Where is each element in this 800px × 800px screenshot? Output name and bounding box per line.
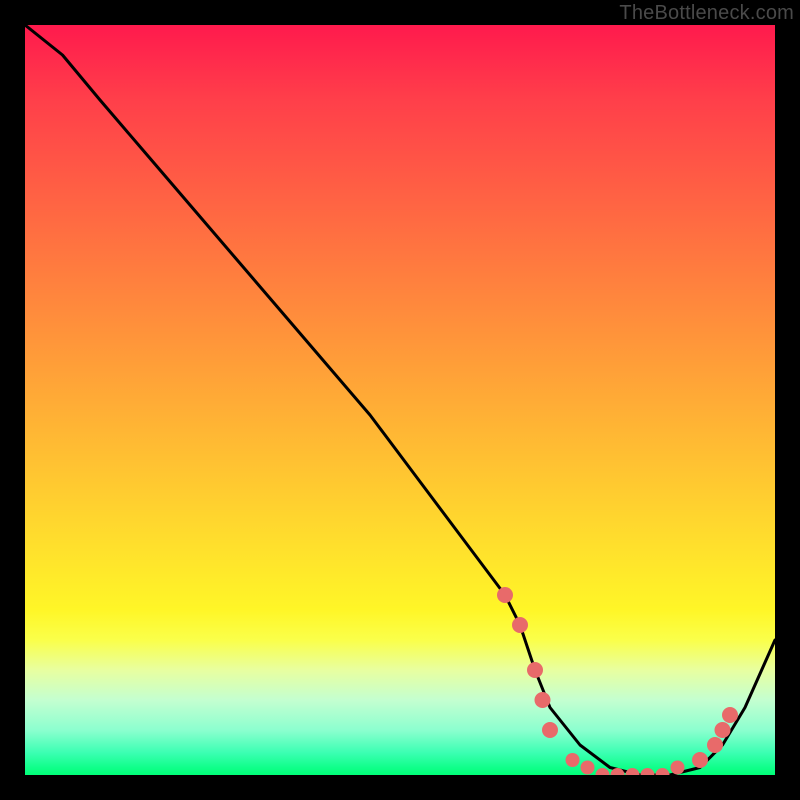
chart-frame: TheBottleneck.com bbox=[0, 0, 800, 800]
plot-area bbox=[25, 25, 775, 775]
background-gradient bbox=[25, 25, 775, 775]
watermark-text: TheBottleneck.com bbox=[619, 2, 794, 25]
